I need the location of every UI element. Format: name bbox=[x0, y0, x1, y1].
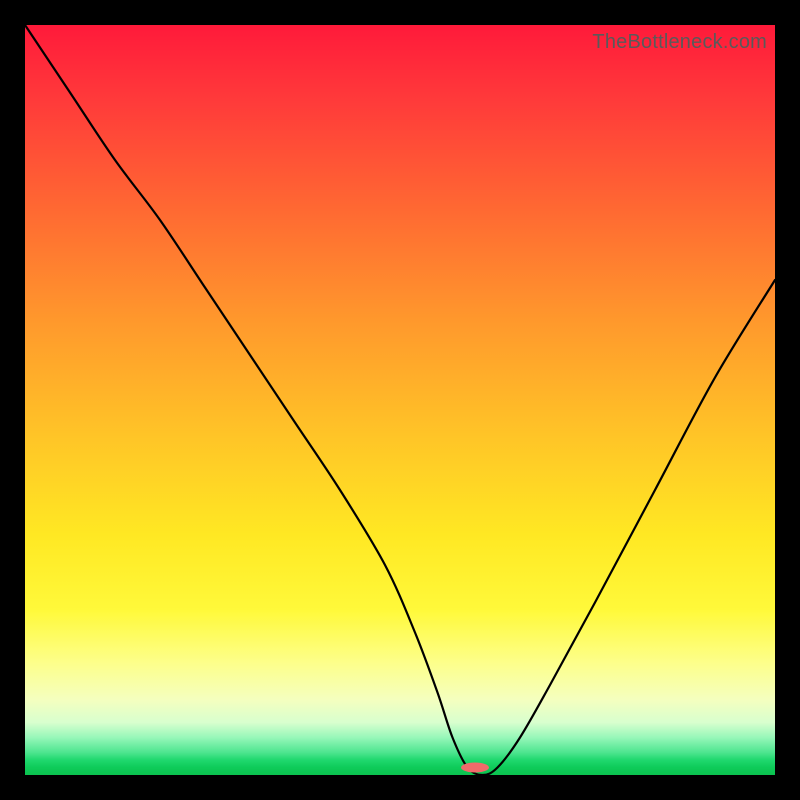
min-marker bbox=[461, 763, 489, 773]
chart-overlay bbox=[25, 25, 775, 775]
curve-line bbox=[25, 25, 775, 775]
chart-frame: TheBottleneck.com bbox=[0, 0, 800, 800]
plot-area: TheBottleneck.com bbox=[25, 25, 775, 775]
